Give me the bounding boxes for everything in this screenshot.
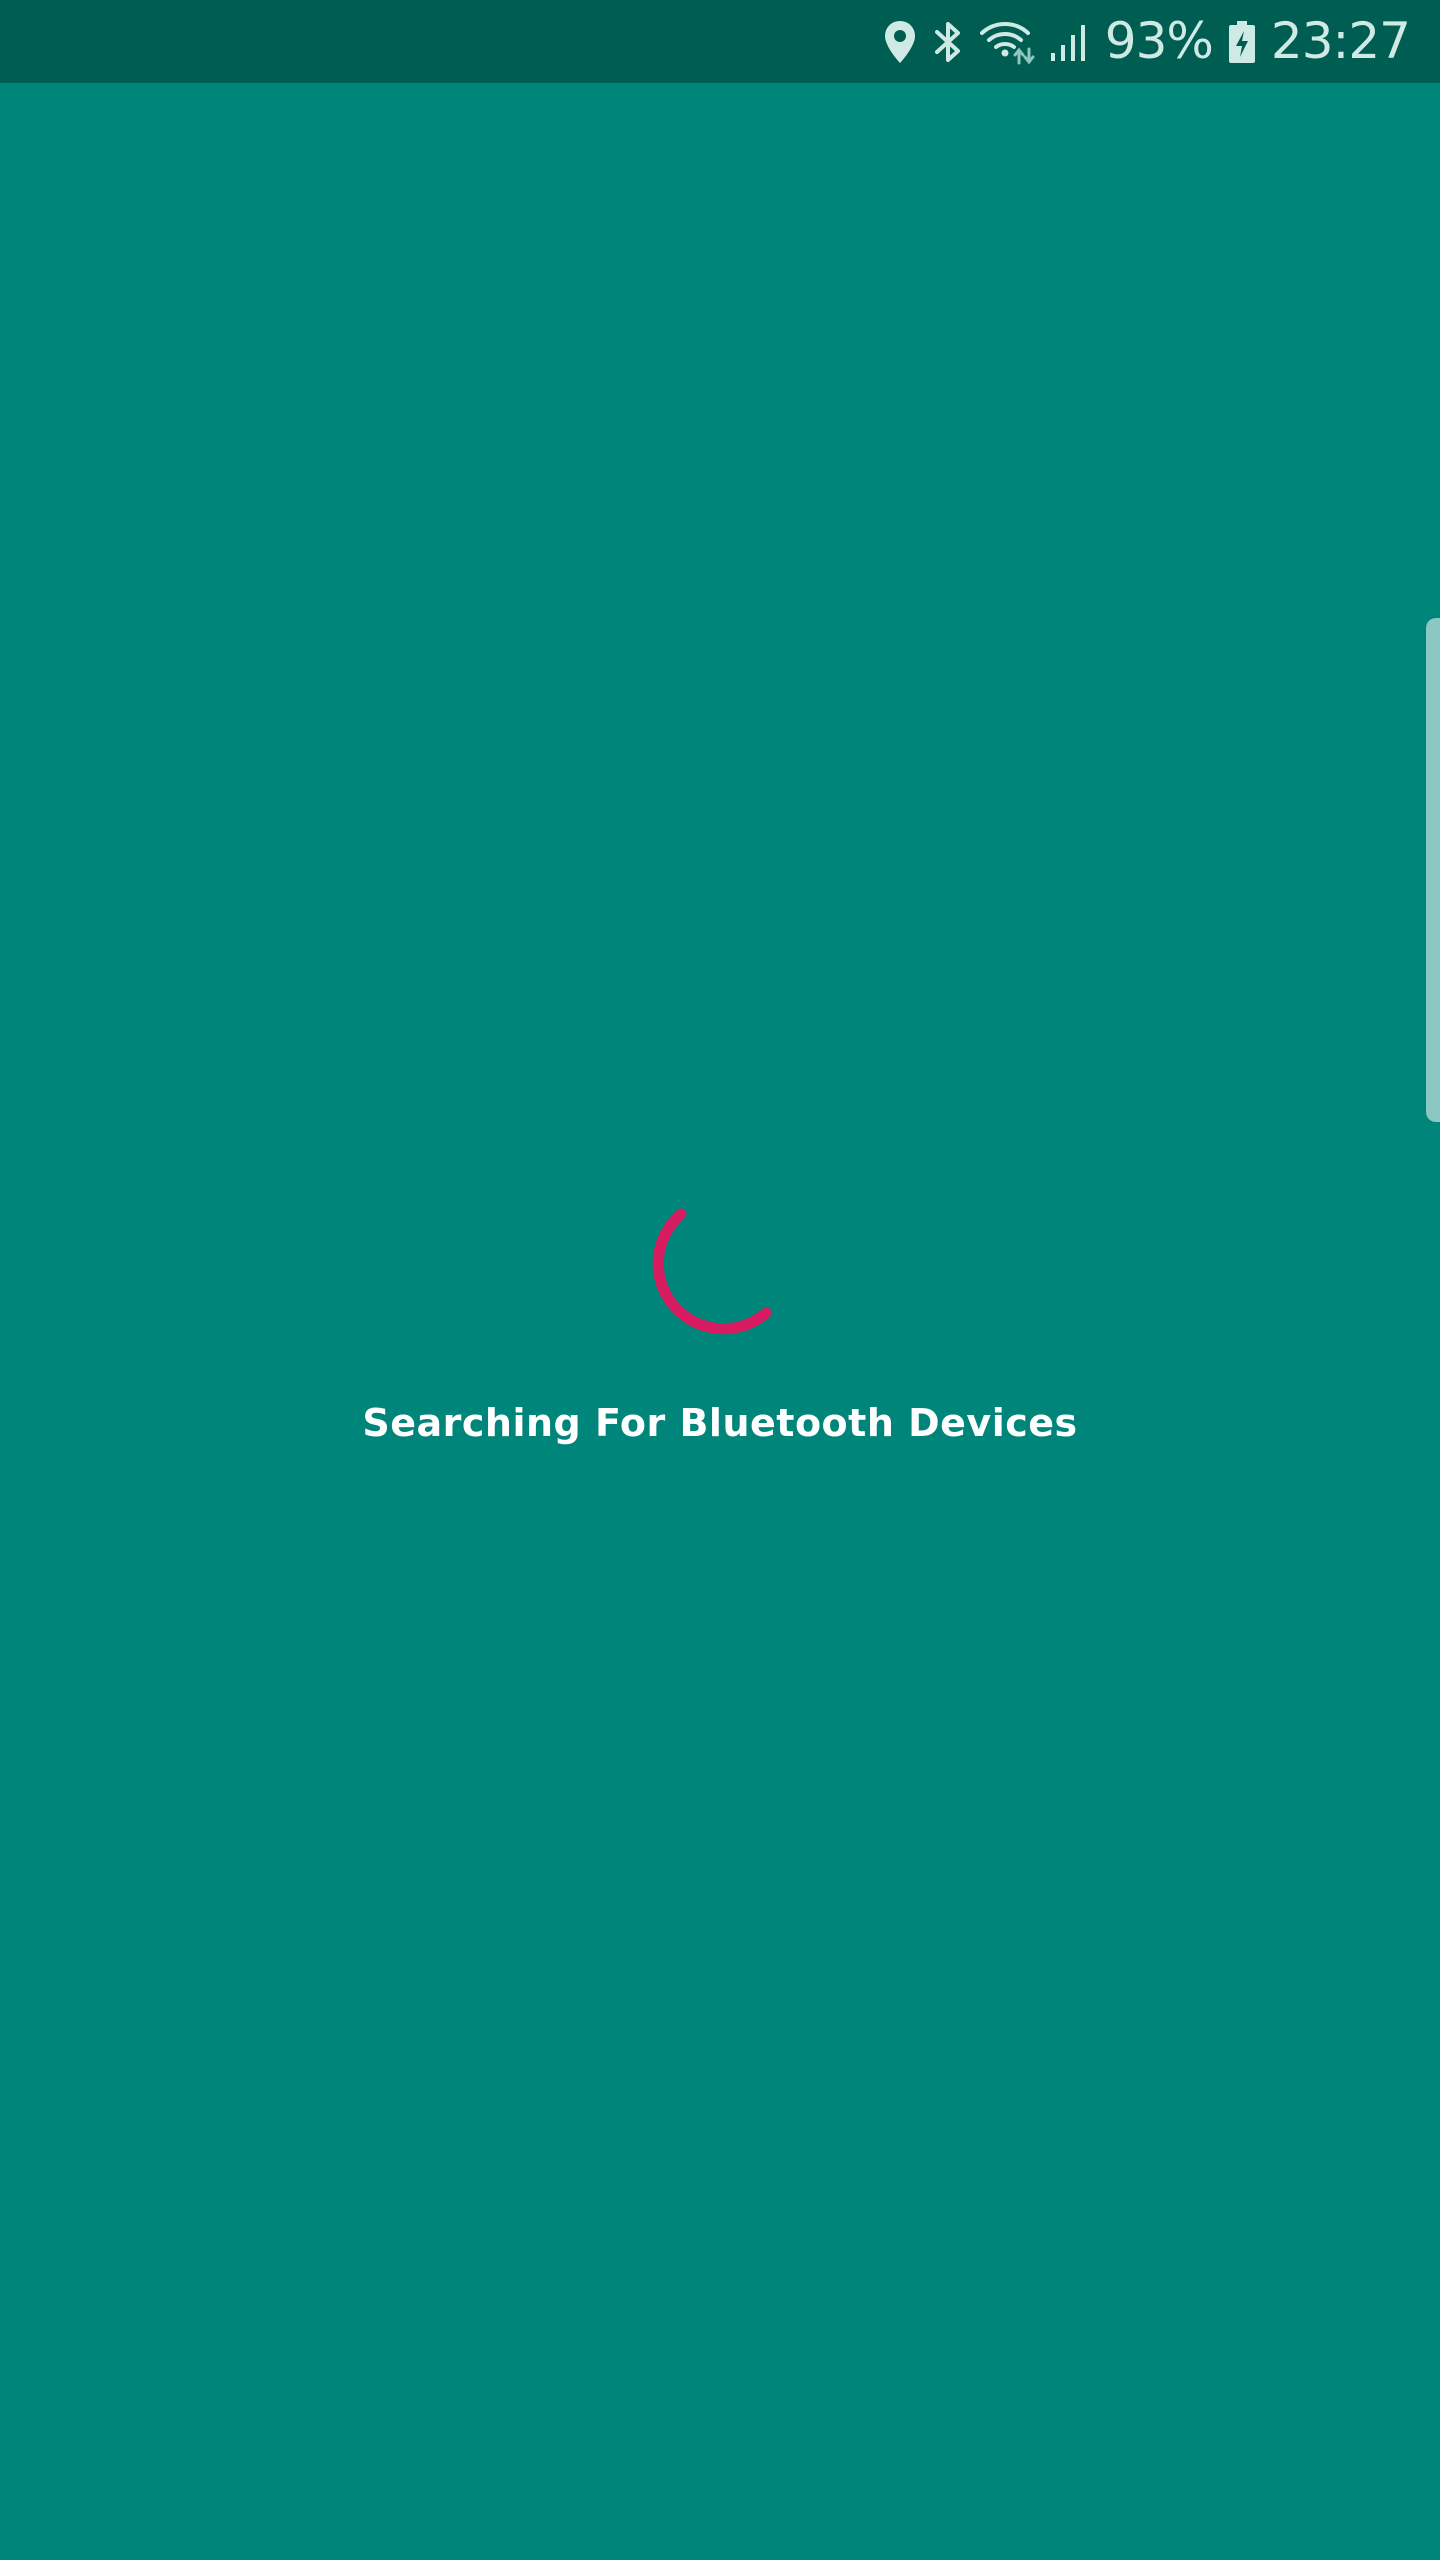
status-icons: 93% 23:27 bbox=[883, 0, 1411, 83]
status-bar: 93% 23:27 bbox=[0, 0, 1440, 83]
location-icon bbox=[883, 0, 917, 83]
signal-icon bbox=[1049, 0, 1091, 83]
clock: 23:27 bbox=[1270, 12, 1411, 70]
wifi-icon bbox=[979, 0, 1035, 83]
searching-message: Searching For Bluetooth Devices bbox=[362, 1401, 1078, 1445]
battery-percent: 93% bbox=[1104, 12, 1214, 70]
loading-container: Searching For Bluetooth Devices bbox=[0, 1195, 1440, 1445]
edge-panel-handle[interactable] bbox=[1426, 618, 1440, 1122]
loading-spinner bbox=[652, 1208, 772, 1335]
battery-charging-icon bbox=[1227, 0, 1257, 83]
bluetooth-icon bbox=[931, 0, 965, 83]
app-screen: 93% 23:27 Searching For Bluetooth Device… bbox=[0, 0, 1440, 2560]
